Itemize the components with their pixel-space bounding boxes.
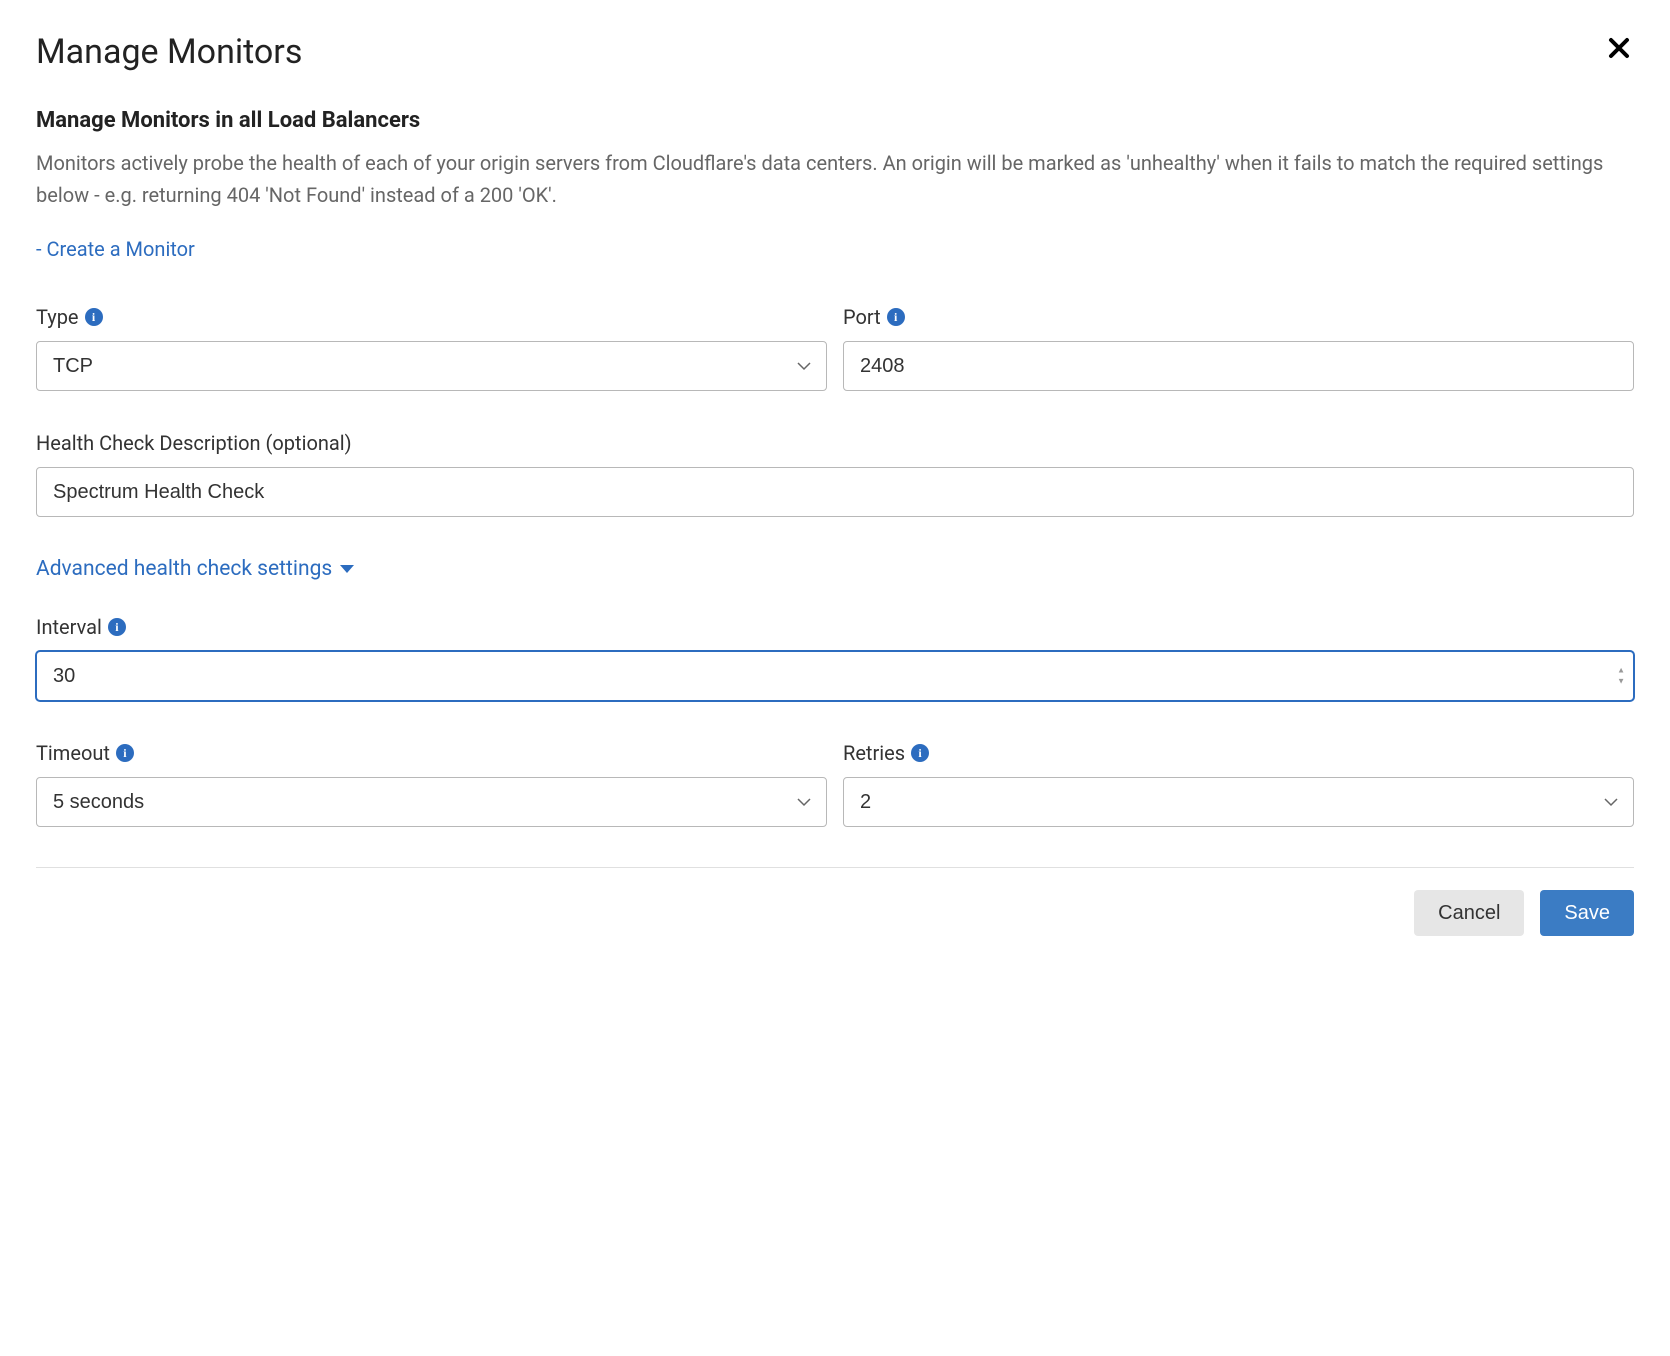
info-icon[interactable]: i <box>116 744 134 762</box>
interval-label: Interval <box>36 615 102 639</box>
step-down-icon[interactable]: ▼ <box>1616 677 1626 687</box>
section-description: Monitors actively probe the health of ea… <box>36 147 1634 211</box>
timeout-select[interactable] <box>36 777 827 827</box>
advanced-settings-toggle[interactable]: Advanced health check settings <box>36 557 354 581</box>
type-select[interactable] <box>36 341 827 391</box>
section-subtitle: Manage Monitors in all Load Balancers <box>36 108 1634 133</box>
description-input[interactable] <box>36 467 1634 517</box>
cancel-button[interactable]: Cancel <box>1414 890 1524 936</box>
info-icon[interactable]: i <box>911 744 929 762</box>
number-stepper[interactable]: ▲ ▼ <box>1616 666 1626 687</box>
step-up-icon[interactable]: ▲ <box>1616 666 1626 676</box>
interval-input[interactable] <box>36 651 1634 701</box>
advanced-settings-label: Advanced health check settings <box>36 557 332 581</box>
info-icon[interactable]: i <box>887 308 905 326</box>
retries-label: Retries <box>843 741 905 765</box>
close-icon[interactable] <box>1604 32 1634 68</box>
port-label: Port <box>843 305 881 329</box>
save-button[interactable]: Save <box>1540 890 1634 936</box>
timeout-label: Timeout <box>36 741 110 765</box>
page-title: Manage Monitors <box>36 32 302 72</box>
port-input[interactable] <box>843 341 1634 391</box>
description-label: Health Check Description (optional) <box>36 431 352 455</box>
info-icon[interactable]: i <box>85 308 103 326</box>
caret-down-icon <box>340 564 354 574</box>
info-icon[interactable]: i <box>108 618 126 636</box>
type-label: Type <box>36 305 79 329</box>
retries-select[interactable] <box>843 777 1634 827</box>
create-monitor-link[interactable]: - Create a Monitor <box>36 237 195 261</box>
